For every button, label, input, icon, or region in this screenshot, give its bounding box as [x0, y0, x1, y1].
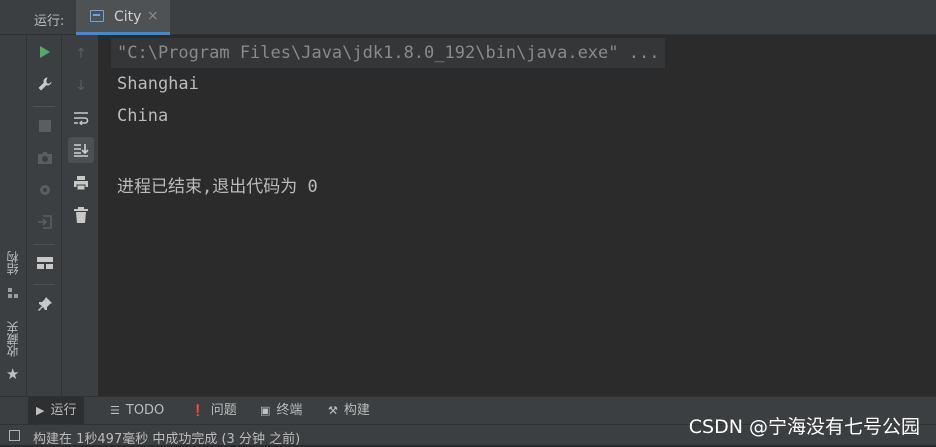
tab-title: City: [114, 9, 142, 25]
structure-icon[interactable]: [8, 288, 19, 299]
run-toolbar-secondary: ↑ ↓: [62, 35, 99, 396]
stop-icon[interactable]: [33, 114, 57, 138]
run-label: 运行:: [34, 14, 65, 29]
print-icon[interactable]: [69, 171, 93, 195]
arrow-up-icon[interactable]: ↑: [69, 42, 93, 66]
tab-build[interactable]: ⚒ 构建: [320, 397, 378, 424]
terminal-icon: ▣: [260, 404, 271, 417]
exit-message: 进程已结束,退出代码为 0: [117, 177, 318, 197]
watermark: CSDN @宁海没有七号公园: [688, 416, 920, 438]
java-command-line: "C:\Program Files\Java\jdk1.8.0_192\bin\…: [111, 38, 666, 68]
structure-tab[interactable]: 结构: [4, 251, 21, 275]
tab-terminal[interactable]: ▣ 终端: [252, 397, 310, 424]
run-toolbar-primary: [27, 35, 62, 396]
favorites-tab[interactable]: 收藏夹: [4, 321, 21, 357]
pin-icon[interactable]: [33, 292, 57, 316]
wrench-icon[interactable]: [33, 72, 57, 96]
tab-city[interactable]: City ×: [76, 0, 170, 35]
run-tool-window-header: 运行: City ×: [0, 0, 936, 35]
status-text: 构建在 1秒497毫秒 中成功完成 (3 分钟 之前): [33, 432, 301, 447]
tab-run[interactable]: ▶ 运行: [28, 397, 85, 424]
alert-icon: ❗: [191, 404, 205, 417]
star-icon[interactable]: ★: [6, 365, 19, 383]
rerun-icon[interactable]: [33, 40, 57, 64]
tab-problems[interactable]: ❗ 问题: [183, 397, 245, 424]
console-output-line: China: [117, 106, 169, 126]
left-tool-strip: 结构 收藏夹 ★: [0, 35, 27, 396]
trash-icon[interactable]: [69, 203, 93, 227]
play-icon: ▶: [36, 404, 45, 417]
console-output-line: Shanghai: [117, 74, 199, 94]
status-toggle-icon[interactable]: [9, 430, 20, 441]
console-output[interactable]: "C:\Program Files\Java\jdk1.8.0_192\bin\…: [99, 35, 936, 396]
layout-icon[interactable]: [33, 251, 57, 275]
login-icon[interactable]: [33, 210, 57, 234]
soft-wrap-icon[interactable]: [69, 106, 93, 130]
tab-todo[interactable]: ☰ TODO: [102, 397, 172, 424]
scroll-to-end-icon[interactable]: [68, 137, 94, 163]
close-icon[interactable]: ×: [147, 8, 159, 24]
bug-settings-icon[interactable]: [33, 178, 57, 202]
list-icon: ☰: [110, 404, 120, 417]
hammer-icon: ⚒: [328, 404, 338, 417]
camera-icon[interactable]: [33, 146, 57, 170]
application-icon: [90, 10, 104, 22]
arrow-down-icon[interactable]: ↓: [69, 74, 93, 98]
